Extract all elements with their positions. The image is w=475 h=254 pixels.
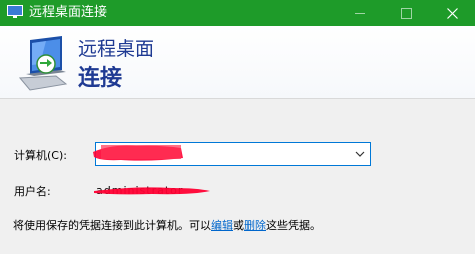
credentials-note: 将使用保存的凭据连接到此计算机。可以编辑或删除这些凭据。 xyxy=(13,219,321,233)
minimize-button[interactable] xyxy=(337,0,383,26)
remote-desktop-monitor-icon xyxy=(18,36,68,91)
close-button[interactable] xyxy=(429,0,475,26)
redaction-mark xyxy=(93,145,183,161)
note-middle: 或 xyxy=(233,219,244,232)
chevron-down-icon[interactable] xyxy=(355,150,365,158)
redaction-mark xyxy=(94,187,210,195)
window-title: 远程桌面连接 xyxy=(29,5,108,20)
minimize-icon xyxy=(355,12,365,14)
note-suffix: 这些凭据。 xyxy=(266,219,321,232)
note-prefix: 将使用保存的凭据连接到此计算机。可以 xyxy=(13,219,211,232)
maximize-button[interactable] xyxy=(383,0,429,26)
header-title-line1: 远程桌面 xyxy=(78,38,155,60)
edit-credentials-link[interactable]: 编辑 xyxy=(211,219,233,232)
remote-desktop-icon xyxy=(7,5,23,18)
header-title-line2: 连接 xyxy=(78,66,123,91)
close-icon xyxy=(446,7,458,19)
title-bar: 远程桌面连接 xyxy=(0,0,475,26)
username-label: 用户名: xyxy=(14,185,51,198)
delete-credentials-link[interactable]: 删除 xyxy=(244,219,266,232)
maximize-icon xyxy=(400,7,412,19)
computer-label: 计算机(C): xyxy=(14,149,67,162)
dialog-header: 远程桌面 连接 xyxy=(0,26,475,99)
